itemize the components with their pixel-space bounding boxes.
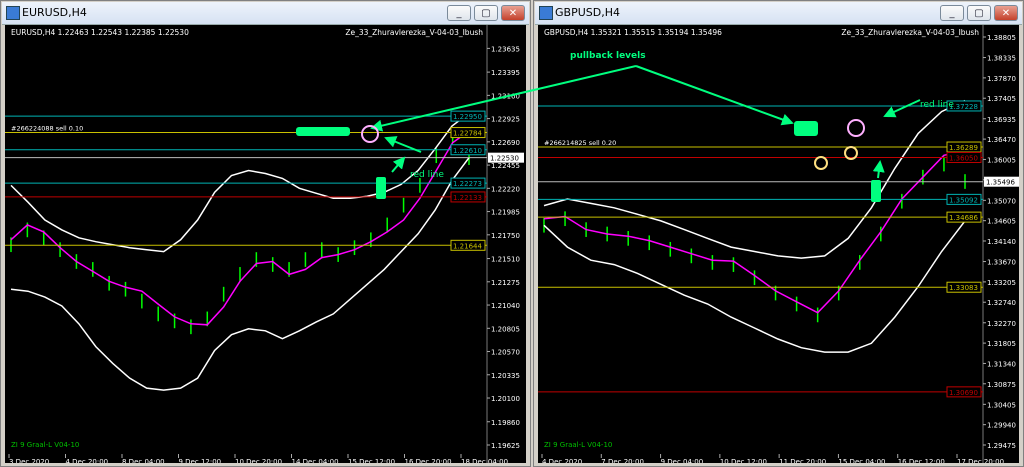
y-tick-label: 1.29475 [987, 442, 1016, 450]
x-tick-label: 3 Dec 2020 [9, 458, 49, 463]
x-tick-label: 8 Dec 04:00 [122, 458, 165, 463]
y-tick-label: 1.21985 [491, 209, 520, 217]
order-label: #266214825 sell 0.20 [544, 139, 616, 147]
symbol-info: GBPUSD,H4 1.35321 1.35515 1.35194 1.3549… [544, 28, 722, 37]
price-level-label: 1.35092 [949, 196, 978, 204]
close-button[interactable]: ✕ [994, 5, 1018, 21]
y-tick-label: 1.20335 [491, 372, 520, 380]
gbpusd-window[interactable]: GBPUSD,H4 _ ▢ ✕ GBPUSD,H4 1.35321 1.3551… [533, 0, 1024, 467]
restore-button[interactable]: ▢ [474, 5, 498, 21]
y-tick-label: 1.23635 [491, 45, 520, 53]
close-button[interactable]: ✕ [501, 5, 525, 21]
subwindow-label: ZI 9 Graal-L V04-10 [11, 441, 79, 449]
y-tick-label: 1.34605 [987, 218, 1016, 226]
y-tick-label: 1.29940 [987, 422, 1016, 430]
y-tick-label: 1.19625 [491, 442, 520, 450]
symbol-info: EURUSD,H4 1.22463 1.22543 1.22385 1.2253… [11, 28, 189, 37]
y-tick-label: 1.30405 [987, 401, 1016, 409]
upper-band-line [10, 112, 470, 253]
y-tick-label: 1.36005 [987, 156, 1016, 164]
x-tick-label: 9 Dec 04:00 [661, 458, 704, 463]
price-level-label: 1.22784 [453, 130, 482, 138]
y-tick-label: 1.38335 [987, 55, 1016, 63]
y-tick-label: 1.22220 [491, 185, 520, 193]
y-tick-label: 1.37405 [987, 95, 1016, 103]
price-level-label: 1.21644 [453, 242, 482, 250]
eurusd-titlebar[interactable]: EURUSD,H4 _ ▢ ✕ [2, 2, 529, 25]
x-tick-label: 15 Dec 12:00 [348, 458, 395, 463]
minimize-button[interactable]: _ [940, 5, 964, 21]
x-tick-label: 18 Dec 04:00 [461, 458, 508, 463]
price-level-label: 1.37228 [949, 103, 978, 111]
price-level-label: 1.22273 [453, 180, 482, 188]
y-tick-label: 1.20100 [491, 395, 520, 403]
x-tick-label: 11 Dec 20:00 [779, 458, 826, 463]
restore-button[interactable]: ▢ [967, 5, 991, 21]
y-tick-label: 1.22925 [491, 116, 520, 124]
y-tick-label: 1.19860 [491, 419, 520, 427]
y-tick-label: 1.23395 [491, 69, 520, 77]
price-level-label: 1.22950 [453, 113, 482, 121]
moving-average-line [10, 130, 470, 326]
minimize-button[interactable]: _ [447, 5, 471, 21]
price-level-label: 1.36289 [949, 144, 978, 152]
indicator-name: Ze_33_Zhuravlerezka_V-04-03_Ibush [841, 28, 979, 37]
y-tick-label: 1.21510 [491, 256, 520, 264]
eurusd-chart[interactable]: EURUSD,H4 1.22463 1.22543 1.22385 1.2253… [5, 25, 526, 463]
price-level-label: 1.30690 [949, 389, 978, 397]
price-level-label: 1.33083 [949, 284, 978, 292]
y-tick-label: 1.33670 [987, 259, 1016, 267]
price-level-label: 1.34686 [949, 214, 978, 222]
y-tick-label: 1.20570 [491, 349, 520, 357]
window-title: EURUSD,H4 [22, 6, 87, 19]
order-label: #266224088 sell 0.10 [11, 125, 83, 133]
y-tick-label: 1.20805 [491, 325, 520, 333]
gbpusd-chart[interactable]: GBPUSD,H4 1.35321 1.35515 1.35194 1.3549… [538, 25, 1019, 463]
y-tick-label: 1.21275 [491, 279, 520, 287]
y-tick-label: 1.37870 [987, 75, 1016, 83]
window-title: GBPUSD,H4 [555, 6, 620, 19]
current-price-label: 1.22530 [490, 155, 519, 163]
x-tick-label: 4 Dec 2020 [542, 458, 582, 463]
y-tick-label: 1.30875 [987, 381, 1016, 389]
x-tick-label: 7 Dec 20:00 [601, 458, 644, 463]
y-tick-label: 1.32270 [987, 320, 1016, 328]
x-tick-label: 16 Dec 12:00 [898, 458, 945, 463]
x-tick-label: 14 Dec 04:00 [292, 458, 339, 463]
y-tick-label: 1.22690 [491, 139, 520, 147]
y-tick-label: 1.35070 [987, 197, 1016, 205]
x-tick-label: 10 Dec 12:00 [720, 458, 767, 463]
y-tick-label: 1.33205 [987, 279, 1016, 287]
eurusd-chart-area[interactable]: EURUSD,H4 1.22463 1.22543 1.22385 1.2253… [5, 25, 526, 463]
x-tick-label: 16 Dec 20:00 [405, 458, 452, 463]
indicator-name: Ze_33_Zhuravlerezka_V-04-03_Ibush [345, 28, 483, 37]
y-tick-label: 1.23160 [491, 92, 520, 100]
y-tick-label: 1.21040 [491, 302, 520, 310]
subwindow-label: ZI 9 Graal-L V04-10 [544, 441, 612, 449]
y-tick-label: 1.36935 [987, 116, 1016, 124]
x-tick-label: 10 Dec 20:00 [235, 458, 282, 463]
price-level-label: 1.22610 [453, 147, 482, 155]
eurusd-window[interactable]: EURUSD,H4 _ ▢ ✕ EURUSD,H4 1.22463 1.2254… [0, 0, 531, 467]
chart-window-icon [6, 6, 20, 20]
price-level-label: 1.36050 [949, 154, 978, 162]
current-price-label: 1.35496 [986, 179, 1015, 187]
y-tick-label: 1.38805 [987, 34, 1016, 42]
y-tick-label: 1.32740 [987, 299, 1016, 307]
price-level-label: 1.22133 [453, 194, 482, 202]
chart-window-icon [539, 6, 553, 20]
gbpusd-chart-area[interactable]: GBPUSD,H4 1.35321 1.35515 1.35194 1.3549… [538, 25, 1019, 463]
y-tick-label: 1.34140 [987, 238, 1016, 246]
y-tick-label: 1.31340 [987, 360, 1016, 368]
y-tick-label: 1.31805 [987, 340, 1016, 348]
gbpusd-titlebar[interactable]: GBPUSD,H4 _ ▢ ✕ [535, 2, 1022, 25]
y-tick-label: 1.36470 [987, 136, 1016, 144]
y-tick-label: 1.21750 [491, 232, 520, 240]
x-tick-label: 4 Dec 20:00 [66, 458, 109, 463]
y-tick-label: 1.22455 [491, 162, 520, 170]
x-tick-label: 15 Dec 04:00 [838, 458, 885, 463]
x-tick-label: 9 Dec 12:00 [179, 458, 222, 463]
x-tick-label: 17 Dec 20:00 [957, 458, 1004, 463]
